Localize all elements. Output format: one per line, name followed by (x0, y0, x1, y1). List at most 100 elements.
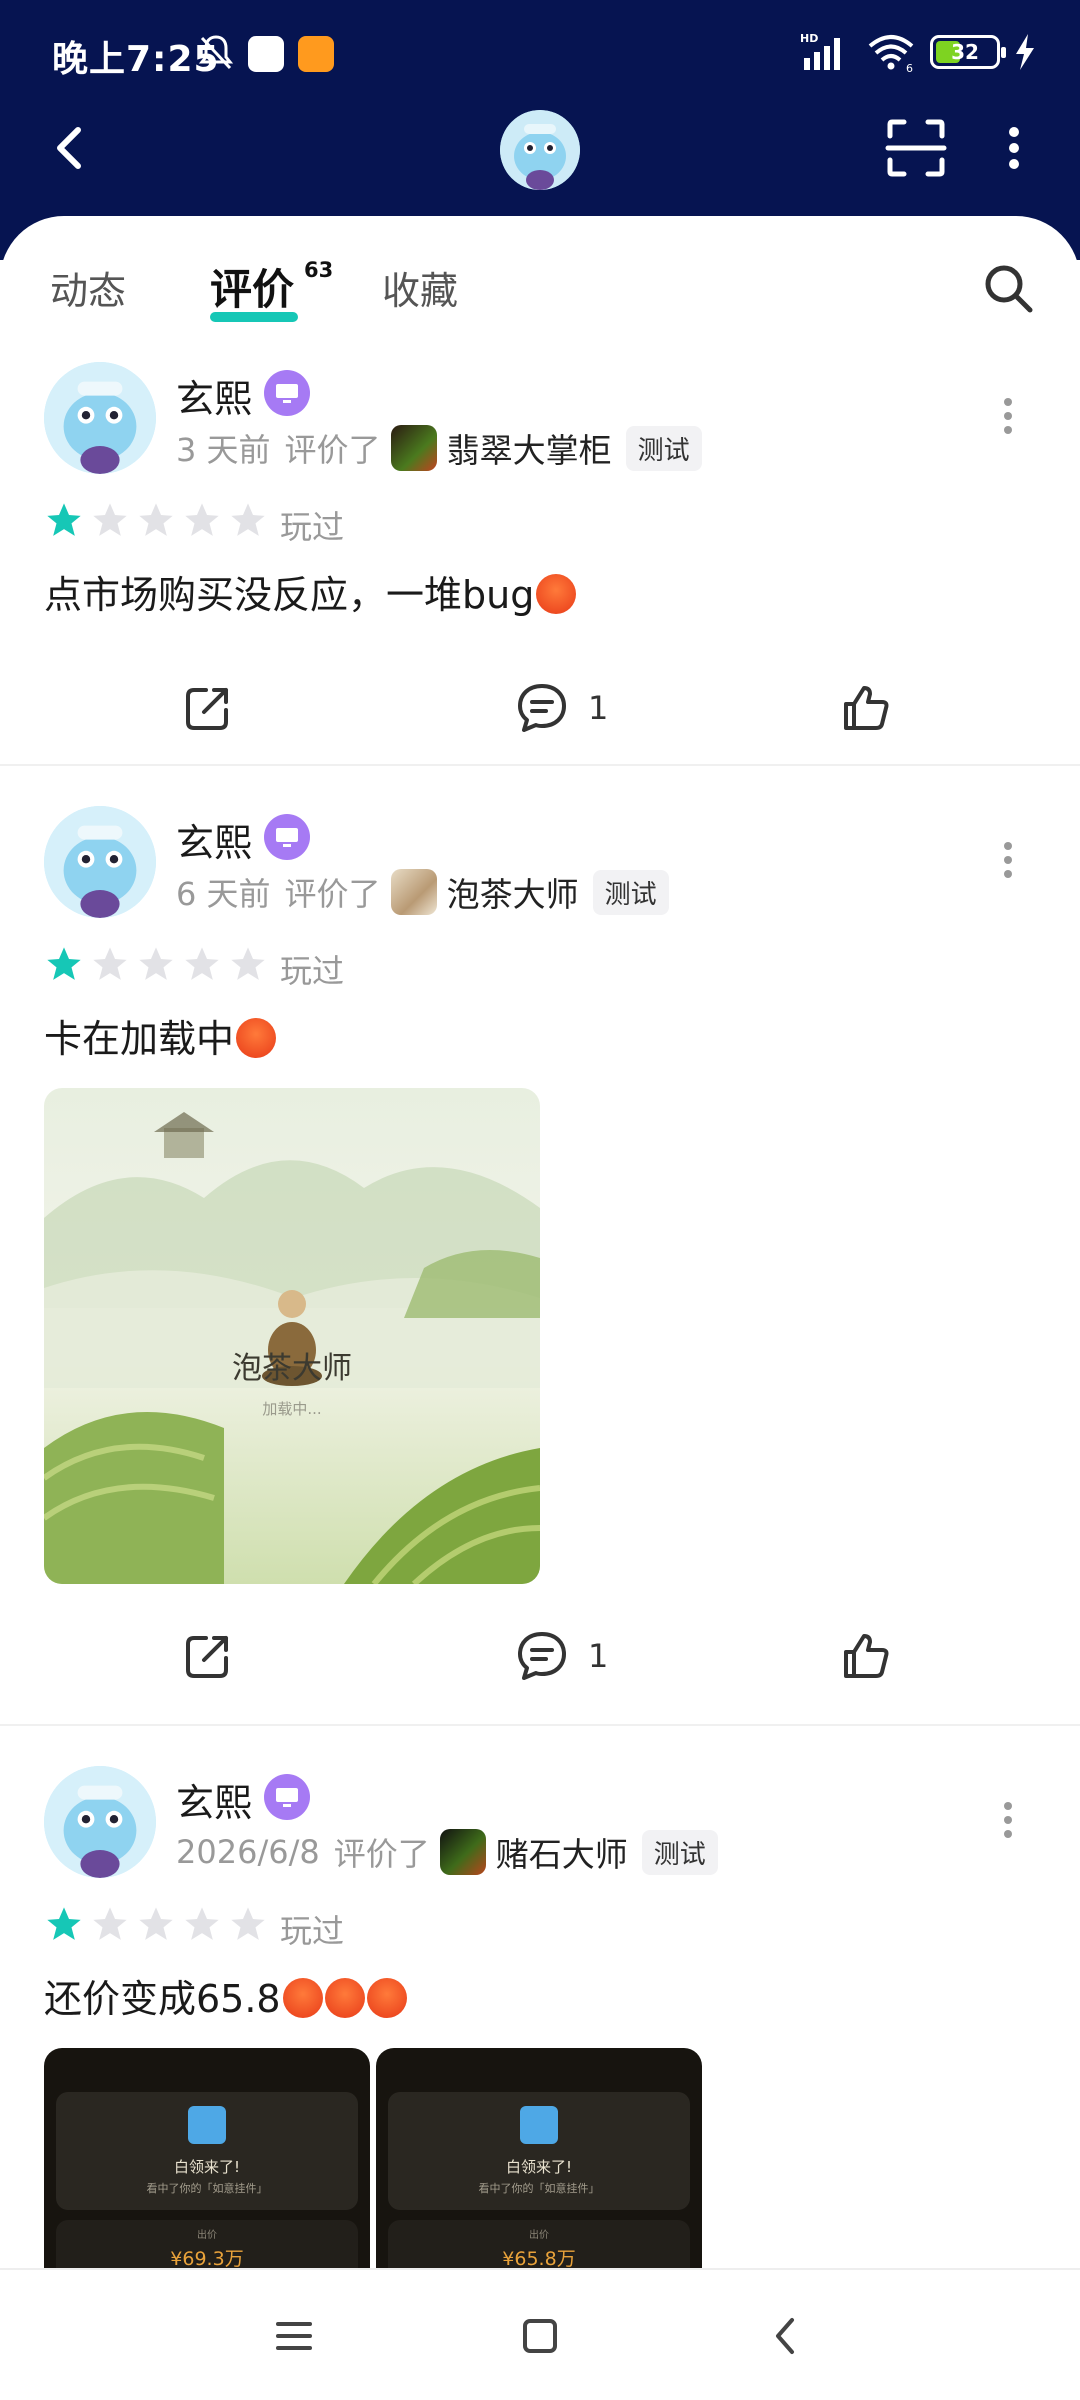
image-subtitle: 加载中... (262, 1400, 321, 1418)
angry-emoji-icon (236, 1018, 277, 1058)
signal-icon: HD (800, 32, 840, 70)
review-text[interactable]: 点市场购买没反应，一堆bug (44, 564, 577, 619)
avatar-icon (44, 806, 156, 918)
review-more-button[interactable] (994, 836, 1022, 886)
like-button[interactable] (838, 1616, 894, 1696)
review-card: 玄熙 6 天前 评价了 泡茶大师 测试 玩过 卡在加载中 泡茶大师 加载中...… (0, 786, 1080, 1746)
review-more-button[interactable] (994, 392, 1022, 442)
star-empty-icon (231, 503, 265, 536)
comment-icon (518, 1632, 566, 1680)
avatar-icon (500, 110, 580, 190)
more-button[interactable] (996, 118, 1032, 178)
user-avatar[interactable] (44, 806, 156, 918)
review-meta: 3 天前 评价了 翡翠大掌柜 测试 (176, 424, 702, 472)
star-empty-icon (185, 503, 219, 536)
tab-reviews[interactable]: 评价 (210, 256, 294, 317)
comment-icon (518, 684, 566, 732)
angry-emoji-icon (366, 1978, 407, 2018)
tab-reviews-count: 63 (304, 258, 334, 282)
review-time: 3 天前 (176, 431, 271, 469)
star-empty-icon (93, 947, 127, 980)
user-name[interactable]: 玄熙 (176, 1772, 252, 1827)
share-button[interactable] (180, 1616, 236, 1696)
user-name[interactable]: 玄熙 (176, 368, 252, 423)
status-time: 晚上7:25 (52, 39, 220, 80)
wifi-icon: 6 (868, 35, 914, 72)
review-time: 6 天前 (176, 875, 271, 913)
star-filled-icon (47, 1907, 81, 1940)
share-button[interactable] (180, 668, 236, 748)
network-label: HD (800, 32, 818, 45)
review-text[interactable]: 还价变成65.8 (44, 1968, 407, 2023)
image-title: 泡茶大师 (232, 1351, 352, 1386)
game-icon[interactable] (439, 1829, 486, 1875)
star-empty-icon (139, 503, 173, 536)
review-image[interactable]: 白领来了! 看中了你的「如意挂件」 出价 ¥69.3万 (44, 2048, 370, 2268)
card-divider (0, 1724, 1080, 1726)
nav-back-icon[interactable] (760, 2310, 812, 2362)
review-text[interactable]: 卡在加载中 (44, 1008, 277, 1063)
like-button[interactable] (838, 668, 894, 748)
rating-stars (44, 1904, 268, 1944)
game-icon[interactable] (390, 869, 437, 915)
device-badge-icon (264, 370, 310, 416)
star-empty-icon (139, 1907, 173, 1940)
review-image[interactable]: 泡茶大师 加载中... (44, 1088, 540, 1584)
menu-icon[interactable] (268, 2310, 320, 2362)
offer-title: 白领来了! (505, 2158, 572, 2176)
game-icon[interactable] (390, 425, 437, 471)
home-icon[interactable] (514, 2310, 566, 2362)
comment-button[interactable]: 1 (514, 1616, 608, 1696)
star-empty-icon (231, 947, 265, 980)
back-button[interactable] (40, 118, 100, 178)
system-nav-bar (0, 2268, 1080, 2400)
active-tab-indicator (210, 312, 298, 322)
review-image[interactable]: 白领来了! 看中了你的「如意挂件」 出价 ¥65.8万 (376, 2048, 702, 2268)
tab-favorites[interactable]: 收藏 (382, 260, 458, 315)
star-empty-icon (185, 1907, 219, 1940)
star-empty-icon (231, 1907, 265, 1940)
charging-icon (1016, 34, 1034, 70)
review-text-body: 点市场购买没反应，一堆bug (44, 573, 535, 617)
device-badge-icon (264, 1774, 310, 1820)
search-button[interactable] (980, 260, 1036, 316)
review-more-button[interactable] (994, 1796, 1022, 1846)
user-avatar[interactable] (44, 1766, 156, 1878)
star-empty-icon (93, 503, 127, 536)
review-actions: 1 (0, 1616, 1080, 1696)
user-name[interactable]: 玄熙 (176, 812, 252, 867)
angry-emoji-icon (324, 1978, 365, 2018)
star-empty-icon (185, 947, 219, 980)
review-actions: 1 (0, 668, 1080, 748)
price-label: 出价 (529, 2230, 549, 2241)
tab-feed[interactable]: 动态 (50, 260, 126, 315)
comment-button[interactable]: 1 (514, 668, 608, 748)
played-label: 玩过 (280, 508, 345, 546)
review-time: 2026/6/8 (176, 1833, 320, 1871)
review-meta: 2026/6/8 评价了 赌石大师 测试 (176, 1828, 718, 1876)
review-action: 评价了 (284, 875, 381, 913)
review-text-body: 还价变成65.8 (44, 1977, 281, 2021)
game-tag: 测试 (641, 1829, 718, 1875)
review-card: 玄熙 2026/6/8 评价了 赌石大师 测试 玩过 还价变成65.8 白领来了… (0, 1746, 1080, 2268)
qq-app-icon (248, 36, 284, 72)
thumbs-up-icon (844, 1634, 889, 1678)
scan-button[interactable] (884, 116, 948, 180)
played-label: 玩过 (280, 952, 345, 990)
offer-title: 白领来了! (173, 2158, 240, 2176)
share-icon (186, 688, 228, 730)
tie-icon (520, 2106, 558, 2144)
rating-stars (44, 944, 268, 984)
game-name[interactable]: 赌石大师 (496, 1828, 628, 1876)
game-name[interactable]: 泡茶大师 (447, 868, 579, 916)
tea-game-screenshot: 泡茶大师 加载中... (44, 1088, 540, 1584)
avatar-icon (44, 1766, 156, 1878)
star-empty-icon (93, 1907, 127, 1940)
played-label: 玩过 (280, 1912, 345, 1950)
user-avatar[interactable] (44, 362, 156, 474)
status-right: HD 6 32 (800, 30, 1036, 74)
header-avatar[interactable] (500, 110, 580, 190)
review-action: 评价了 (333, 1835, 430, 1873)
offer-price: ¥65.8万 (502, 2248, 576, 2268)
game-name[interactable]: 翡翠大掌柜 (447, 424, 612, 472)
